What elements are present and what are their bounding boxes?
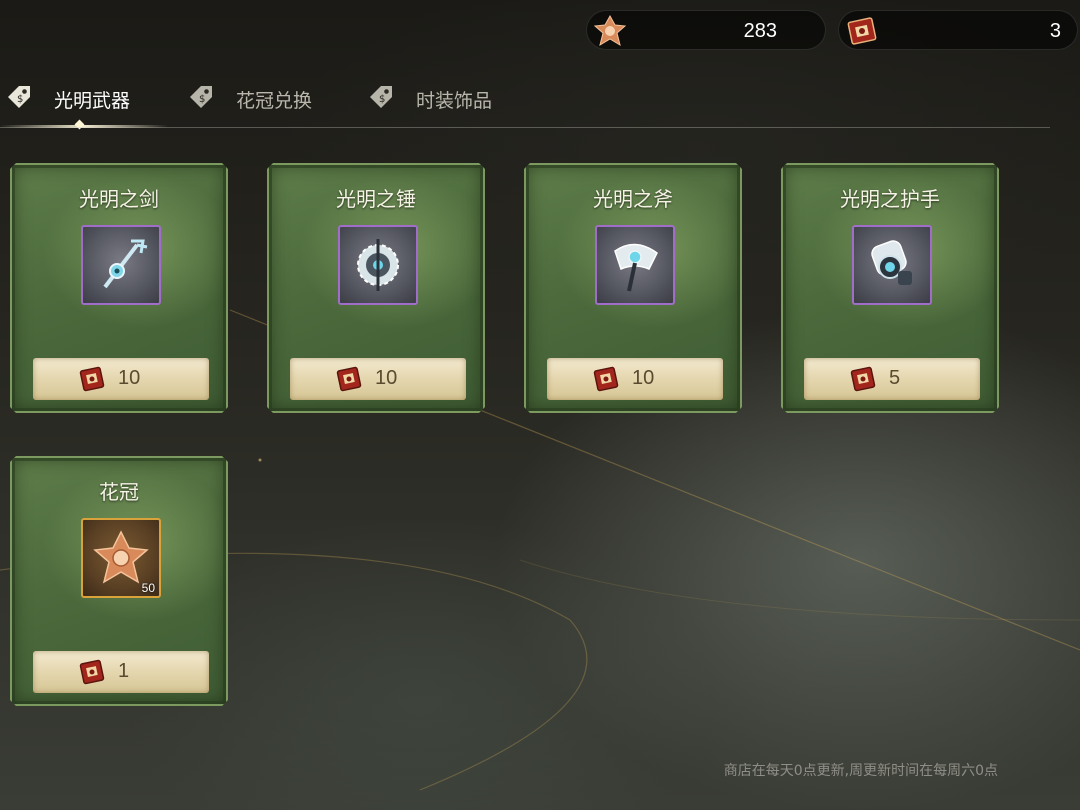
price-tag[interactable]: 10 <box>547 358 723 400</box>
axe-icon <box>605 235 665 295</box>
tab-divider <box>0 127 1050 128</box>
price-tag-icon: $ <box>8 86 30 108</box>
shop-tab-bar: $ 光明武器 $ 花冠兑换 $ 时装饰品 <box>0 70 1050 130</box>
tab-fashion-accessories[interactable]: $ 时装饰品 <box>366 82 516 118</box>
shop-item-card[interactable]: 花冠 50 1 <box>10 456 228 706</box>
trident-sword-icon <box>91 235 151 295</box>
red-book-token-icon <box>77 364 107 394</box>
price-value: 10 <box>632 367 655 389</box>
flower-crown-icon <box>91 528 151 588</box>
item-name: 花冠 <box>99 480 139 504</box>
red-book-token-icon <box>77 657 107 687</box>
crown-currency-counter: 283 <box>586 10 826 50</box>
price-tag-icon: $ <box>190 86 212 108</box>
tab-label: 时装饰品 <box>416 90 493 112</box>
spiked-hammer-icon <box>348 235 408 295</box>
crown-count: 283 <box>743 20 777 42</box>
shop-refresh-note: 商店在每天0点更新,周更新时间在每周六0点 <box>723 763 998 779</box>
price-tag[interactable]: 10 <box>290 358 466 400</box>
item-quantity: 50 <box>141 581 155 595</box>
token-currency-counter: 3 <box>838 10 1078 50</box>
tab-label: 花冠兑换 <box>236 90 313 112</box>
price-value: 10 <box>375 367 398 389</box>
price-value: 5 <box>889 367 901 389</box>
token-count: 3 <box>1049 20 1061 42</box>
tab-crown-exchange[interactable]: $ 花冠兑换 <box>186 82 336 118</box>
price-tag[interactable]: 1 <box>33 651 209 693</box>
item-name: 光明之护手 <box>840 187 940 211</box>
shop-item-card[interactable]: 光明之护手 5 <box>781 163 999 413</box>
price-value: 1 <box>118 660 130 682</box>
tab-light-weapons[interactable]: $ 光明武器 <box>4 82 164 118</box>
item-name: 光明之斧 <box>593 187 673 211</box>
item-slot <box>595 225 675 305</box>
price-value: 10 <box>118 367 141 389</box>
item-slot <box>81 225 161 305</box>
red-book-token-icon <box>847 17 877 45</box>
item-slot: 50 <box>81 518 161 598</box>
red-book-token-icon <box>848 364 878 394</box>
svg-text:$: $ <box>379 94 385 105</box>
price-tag[interactable]: 5 <box>804 358 980 400</box>
item-slot <box>852 225 932 305</box>
tab-label: 光明武器 <box>54 90 131 112</box>
price-tag[interactable]: 10 <box>33 358 209 400</box>
shop-item-card[interactable]: 光明之锤 10 <box>267 163 485 413</box>
shop-item-card[interactable]: 光明之斧 10 <box>524 163 742 413</box>
red-book-token-icon <box>334 364 364 394</box>
svg-text:$: $ <box>199 94 205 105</box>
shop-item-card[interactable]: 光明之剑 10 <box>10 163 228 413</box>
item-slot <box>338 225 418 305</box>
flower-crown-icon <box>593 14 627 47</box>
red-book-token-icon <box>591 364 621 394</box>
svg-text:$: $ <box>17 94 23 105</box>
item-name: 光明之锤 <box>336 187 416 211</box>
gauntlet-icon <box>862 235 922 295</box>
item-name: 光明之剑 <box>79 187 159 211</box>
price-tag-icon: $ <box>370 86 392 108</box>
